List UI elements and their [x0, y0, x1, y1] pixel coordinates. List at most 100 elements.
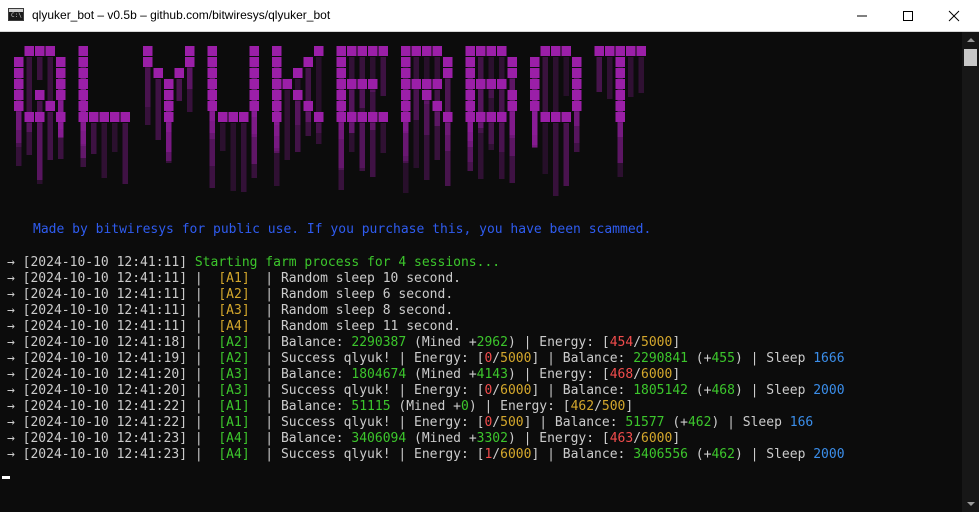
banner-block	[486, 112, 496, 122]
maximize-button[interactable]	[885, 0, 931, 31]
banner-drip	[295, 101, 301, 152]
banner-block	[303, 101, 313, 111]
banner-block	[615, 46, 625, 56]
banner-block	[185, 57, 195, 67]
banner-block	[401, 79, 411, 89]
banner-drip	[596, 57, 602, 92]
banner-drip	[509, 112, 515, 183]
close-button[interactable]	[931, 0, 977, 31]
vertical-scrollbar[interactable]	[962, 32, 979, 512]
banner-drip	[16, 112, 22, 166]
minimize-button[interactable]	[839, 0, 885, 31]
banner-block	[314, 46, 324, 56]
banner-drip	[349, 123, 355, 152]
log-segment: 1805142	[633, 383, 688, 398]
log-segment: ] | Balance:	[531, 383, 634, 398]
banner-block	[530, 101, 540, 111]
banner-block	[336, 46, 346, 56]
banner-block	[14, 57, 24, 67]
banner-block	[207, 90, 217, 100]
banner-block	[572, 79, 582, 89]
log-segment: |	[187, 303, 219, 318]
banner-block	[411, 79, 421, 89]
banner-drip	[478, 123, 484, 179]
log-segment: /	[633, 367, 642, 382]
console-output[interactable]: Made by bitwiresys for public use. If yo…	[0, 32, 962, 512]
log-segment: 5000	[641, 335, 673, 350]
log-segment: | Success qlyuk! | Energy: [	[249, 447, 485, 462]
log-segment: [2024-10-10 12:41:22]	[22, 399, 188, 414]
banner-block	[207, 101, 217, 111]
banner-drip	[617, 123, 623, 163]
banner-drip	[542, 123, 548, 174]
log-segment: | Balance:	[249, 335, 352, 350]
log-segment: [A2]	[218, 287, 250, 302]
log-segment: 454	[609, 335, 634, 350]
banner-block	[35, 112, 45, 122]
log-segment: (Mined +	[390, 399, 461, 414]
banner-block	[465, 68, 475, 78]
banner-block	[378, 112, 388, 122]
log-line: → [2024-10-10 12:41:23] | [A4] | Success…	[7, 447, 845, 463]
banner-drip	[274, 123, 280, 186]
banner-drip	[434, 112, 440, 160]
banner-block	[56, 68, 66, 78]
banner-block	[272, 112, 282, 122]
banner-block	[422, 46, 432, 56]
window-titlebar[interactable]: C:\ qlyuker_bot – v0.5b – github.com/bit…	[0, 0, 979, 32]
log-line: → [2024-10-10 12:41:22] | [A1] | Balance…	[7, 399, 845, 415]
banner-block	[551, 46, 561, 56]
banner-block	[164, 101, 174, 111]
banner-block	[45, 46, 55, 56]
log-segment: 1666	[813, 351, 845, 366]
banner-drip	[209, 112, 215, 188]
log-segment: 462	[570, 399, 595, 414]
log-segment: /	[492, 383, 501, 398]
banner-block	[272, 79, 282, 89]
banner-drip	[488, 123, 494, 144]
banner-block	[14, 79, 24, 89]
banner-block	[443, 112, 453, 122]
log-segment: 500	[500, 415, 524, 430]
banner-block	[143, 46, 153, 56]
banner-block	[143, 57, 153, 67]
banner-drip	[251, 112, 257, 178]
banner-drip	[305, 112, 311, 136]
banner-block	[432, 46, 442, 56]
log-segment: |	[187, 383, 219, 398]
banner-drip	[101, 123, 107, 178]
banner-block	[465, 46, 475, 56]
log-segment: [2024-10-10 12:41:11]	[22, 287, 188, 302]
banner-block	[615, 112, 625, 122]
banner-block	[507, 101, 517, 111]
log-segment: [A1]	[218, 415, 250, 430]
log-segment: 3302	[476, 431, 508, 446]
log-segment: →	[7, 367, 23, 382]
banner-block	[615, 90, 625, 100]
scroll-up-arrow-icon[interactable]	[962, 32, 979, 49]
log-segment: 166	[789, 415, 814, 430]
banner-drip	[359, 123, 365, 171]
close-icon	[948, 10, 960, 22]
banner-block	[239, 112, 249, 122]
log-segment: Starting farm process for 4 sessions...	[194, 255, 501, 270]
banner-drip	[403, 123, 409, 193]
banner-block	[228, 112, 238, 122]
banner-drip	[316, 123, 322, 144]
log-segment: 463	[609, 431, 634, 446]
log-segment: ) | Energy: [	[507, 431, 610, 446]
log-line: → [2024-10-10 12:41:23] | [A4] | Balance…	[7, 431, 845, 447]
banner-block	[465, 79, 475, 89]
banner-block	[476, 112, 486, 122]
scroll-down-arrow-icon[interactable]	[962, 495, 979, 512]
banner-block	[530, 90, 540, 100]
banner-block	[336, 112, 346, 122]
log-segment: 6000	[641, 367, 673, 382]
banner-drip	[574, 112, 580, 152]
banner-block	[432, 101, 442, 111]
banner-block	[626, 46, 636, 56]
log-segment: →	[7, 255, 23, 270]
scroll-thumb[interactable]	[964, 49, 977, 66]
banner-block	[594, 46, 604, 56]
banner-block	[401, 57, 411, 67]
